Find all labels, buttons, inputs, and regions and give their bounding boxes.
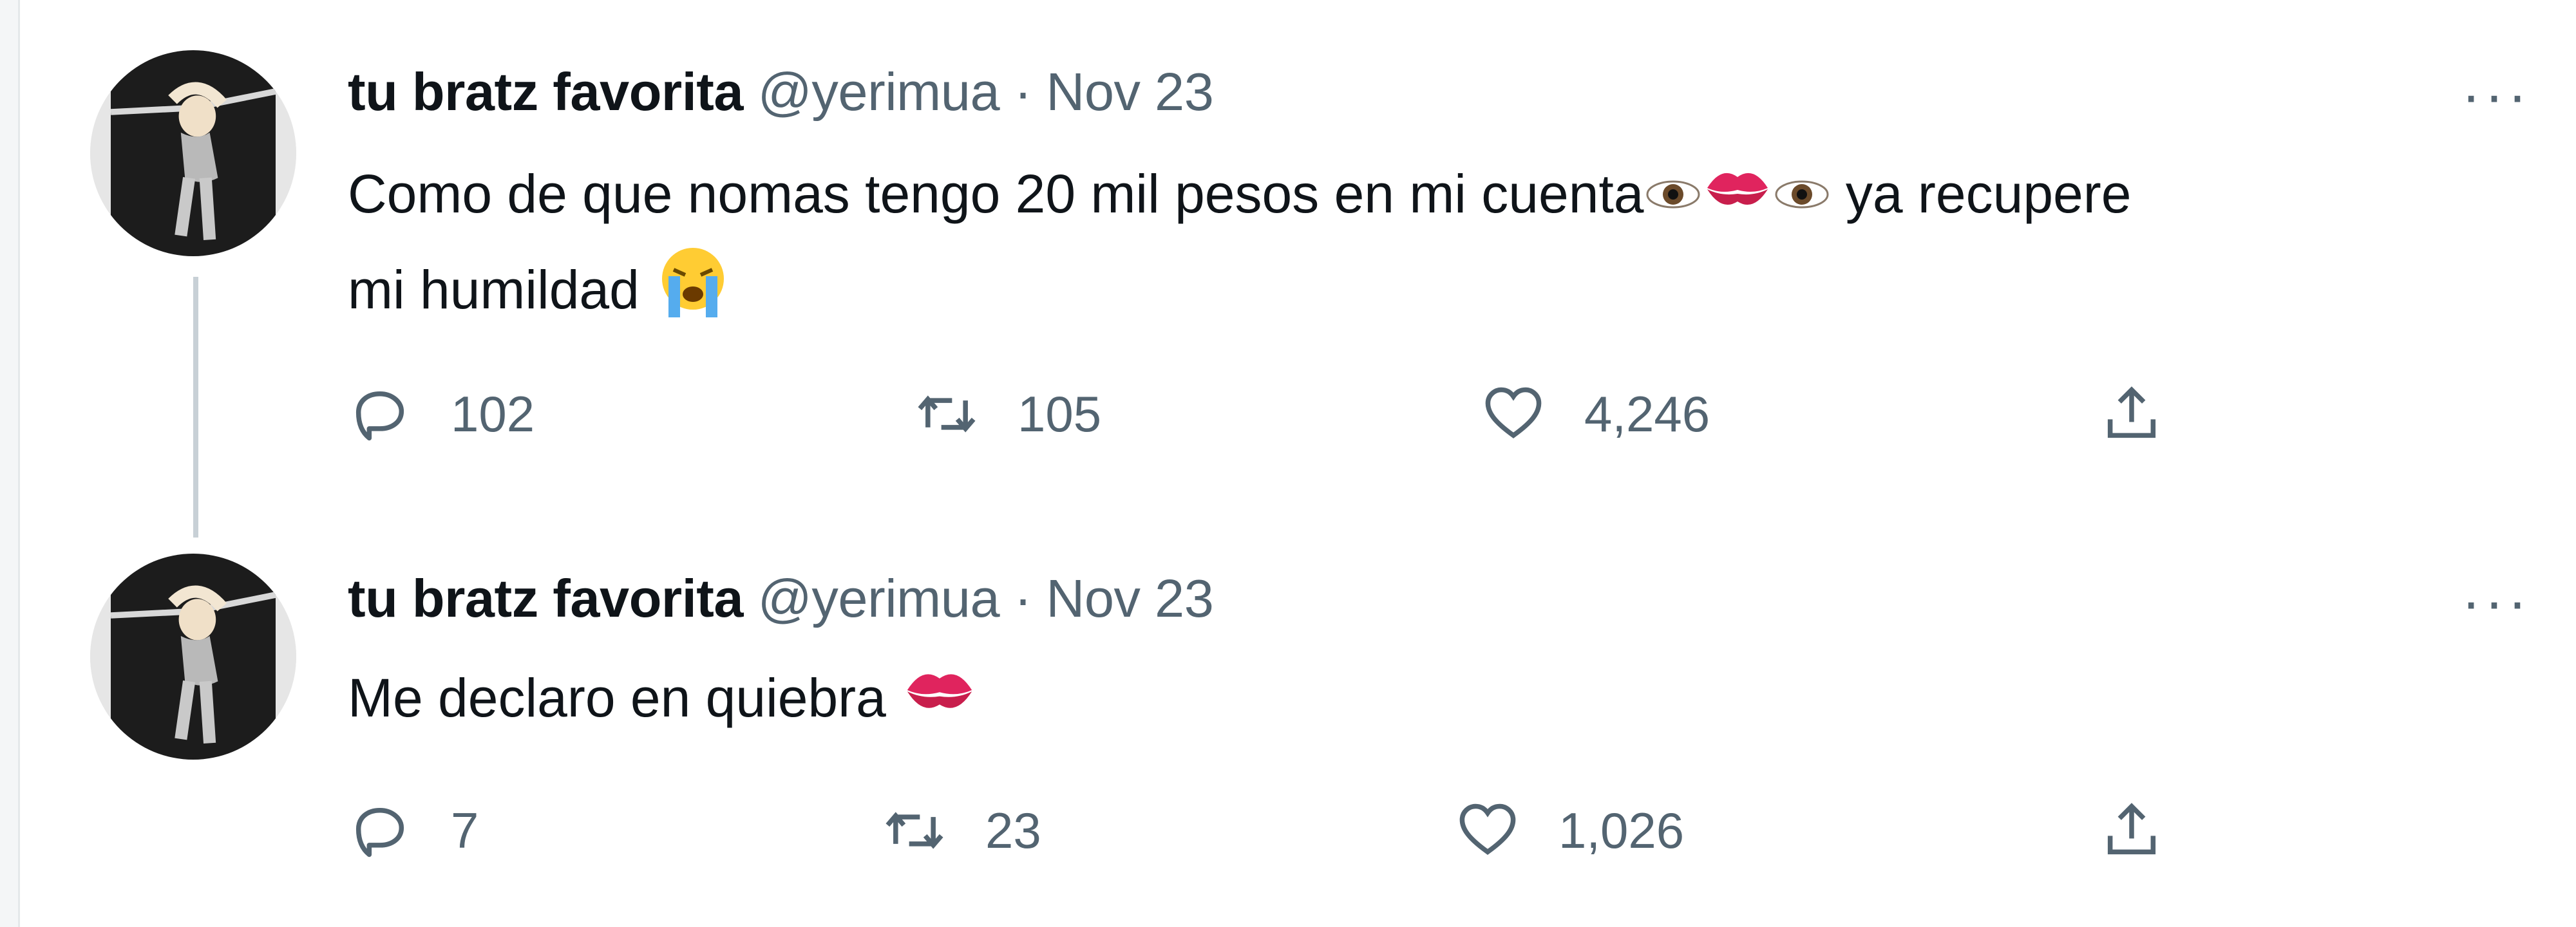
eye-emoji [1773, 154, 1831, 243]
author-name[interactable]: tu bratz favorita [348, 62, 744, 122]
retweet-icon [914, 382, 979, 446]
tweet[interactable]: tu bratz favorita @yerimua · Nov 23 ··· … [0, 554, 2576, 927]
tweet-date[interactable]: Nov 23 [1046, 62, 1213, 122]
tweet-header: tu bratz favorita @yerimua · Nov 23 [348, 566, 1214, 631]
tweet-text-line: Como de que nomas tengo 20 mil pesos en … [348, 164, 1644, 224]
retweet-count: 105 [1018, 385, 1102, 442]
kiss-mark-emoji [1702, 154, 1773, 243]
retweet-count: 23 [985, 801, 1041, 859]
reply-icon [348, 798, 412, 863]
tweet-text-line: mi humildad [348, 259, 639, 320]
tweet-text-line: ya recupere [1845, 164, 2132, 224]
tweet-date[interactable]: Nov 23 [1046, 568, 1213, 628]
author-handle[interactable]: @yerimua [758, 62, 1000, 122]
like-icon [1455, 798, 1520, 863]
tweet-actions: 102 105 4,246 [348, 375, 2505, 453]
like-count: 4,246 [1584, 385, 1710, 442]
avatar-image [90, 50, 296, 256]
loudly-crying-face-emoji [654, 243, 732, 346]
avatar[interactable] [90, 554, 296, 760]
like-icon [1481, 382, 1546, 446]
tweet[interactable]: tu bratz favorita @yerimua · Nov 23 ··· … [0, 0, 2576, 554]
kiss-mark-emoji [901, 658, 978, 747]
tweet-text-line: Me declaro en quiebra [348, 668, 886, 728]
tweet-text: Como de que nomas tengo 20 mil pesos en … [348, 149, 2531, 346]
separator: · [1014, 568, 1032, 628]
reply-button[interactable]: 102 [348, 375, 535, 453]
reply-count: 7 [451, 801, 479, 859]
share-icon [2099, 798, 2164, 863]
avatar[interactable] [90, 50, 296, 256]
like-button[interactable]: 1,026 [1455, 792, 1684, 869]
thread-line [193, 277, 198, 538]
retweet-button[interactable]: 105 [914, 375, 1101, 453]
share-button[interactable] [2099, 375, 2202, 453]
like-button[interactable]: 4,246 [1481, 375, 1710, 453]
reply-button[interactable]: 7 [348, 792, 478, 869]
reply-icon [348, 382, 412, 446]
eye-emoji [1644, 154, 1702, 243]
author-handle[interactable]: @yerimua [758, 568, 1000, 628]
retweet-button[interactable]: 23 [882, 792, 1041, 869]
share-button[interactable] [2099, 792, 2202, 869]
share-icon [2099, 382, 2164, 446]
retweet-icon [882, 798, 947, 863]
tweet-header: tu bratz favorita @yerimua · Nov 23 [348, 60, 1214, 124]
avatar-image [90, 554, 296, 760]
author-name[interactable]: tu bratz favorita [348, 568, 744, 628]
tweet-text: Me declaro en quiebra [348, 653, 2531, 747]
separator: · [1014, 62, 1032, 122]
tweet-actions: 7 23 1,026 [348, 792, 2505, 869]
reply-count: 102 [451, 385, 535, 442]
more-options-icon[interactable]: ··· [2461, 573, 2531, 631]
more-options-icon[interactable]: ··· [2461, 66, 2531, 124]
like-count: 1,026 [1558, 801, 1685, 859]
